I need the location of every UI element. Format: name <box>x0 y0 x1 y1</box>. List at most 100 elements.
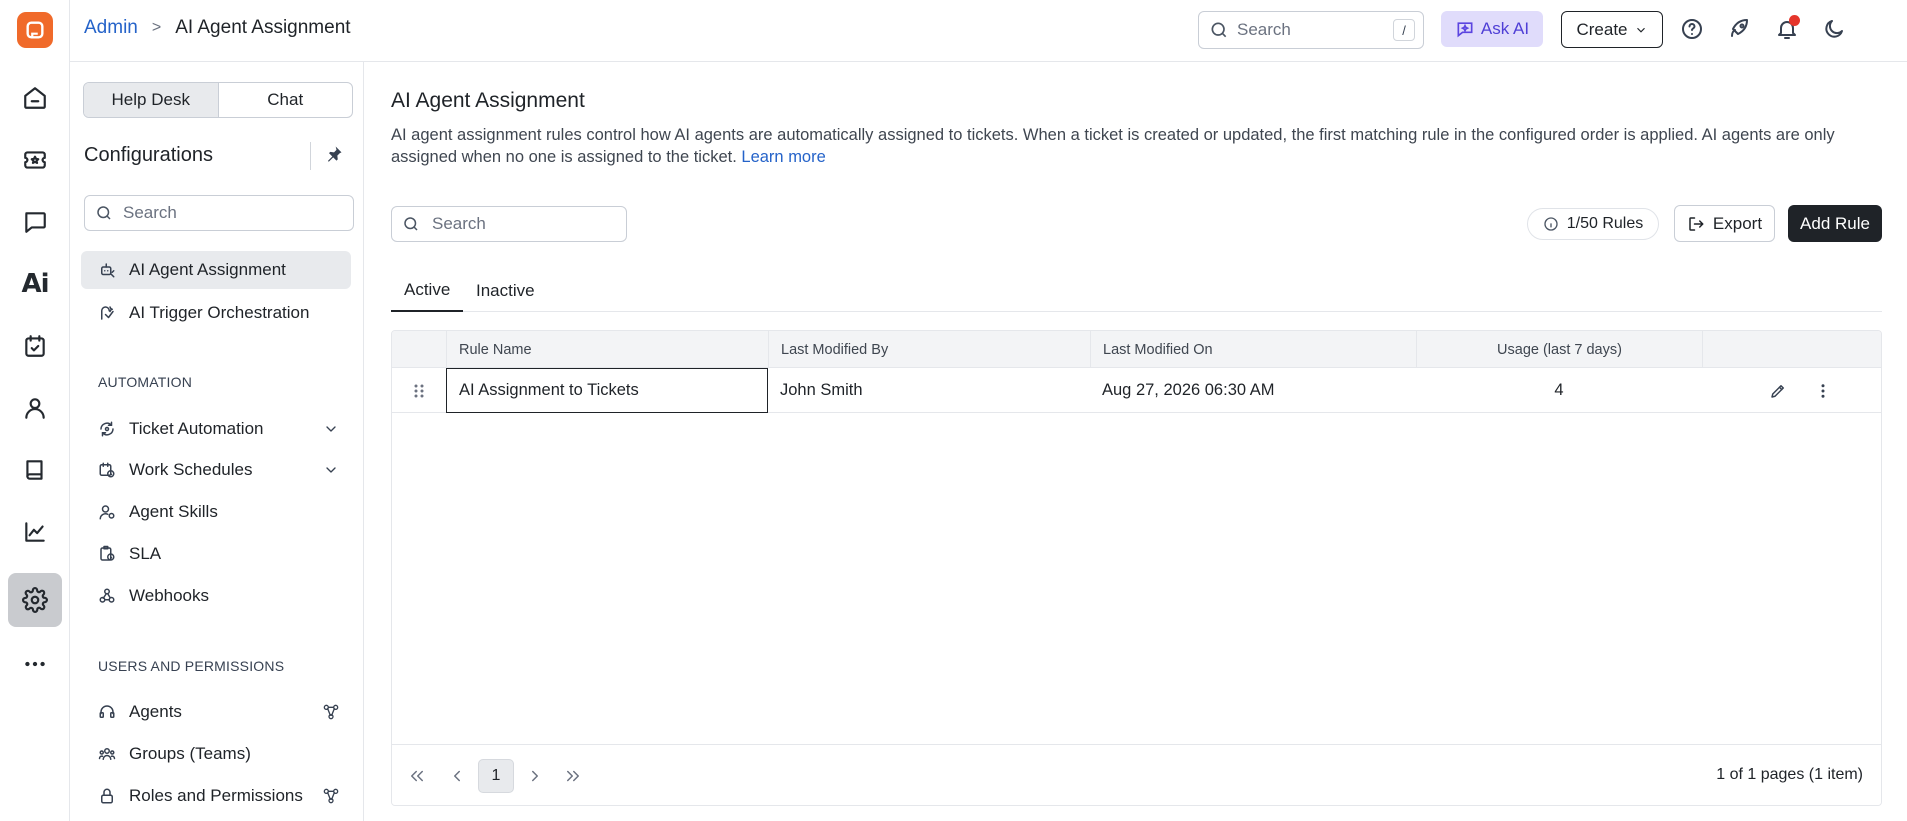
learn-more-link[interactable]: Learn more <box>741 148 825 166</box>
add-rule-button[interactable]: Add Rule <box>1788 205 1882 242</box>
rail-chat[interactable] <box>8 195 62 249</box>
notifications-button[interactable] <box>1773 15 1801 43</box>
nav-roles-permissions[interactable]: Roles and Permissions <box>81 777 351 815</box>
nav-ticket-automation[interactable]: Ticket Automation <box>81 410 351 448</box>
breadcrumb: Admin > AI Agent Assignment <box>84 17 351 39</box>
rail-tickets[interactable] <box>8 133 62 187</box>
first-page-button[interactable] <box>402 759 432 793</box>
chevron-down-icon[interactable] <box>323 462 339 478</box>
gear-icon <box>22 587 48 613</box>
page-1-button[interactable]: 1 <box>478 759 514 793</box>
chart-icon <box>25 522 45 542</box>
theme-toggle[interactable] <box>1820 15 1848 43</box>
pin-button[interactable] <box>324 144 346 166</box>
info-icon <box>1544 217 1558 231</box>
help-button[interactable] <box>1678 15 1706 43</box>
rail-contacts[interactable] <box>8 381 62 435</box>
status-tabs: Active Inactive <box>391 270 1882 312</box>
global-search-input[interactable]: Search / <box>1198 11 1424 49</box>
rules-count-badge: 1/50 Rules <box>1527 208 1659 240</box>
pin-icon <box>328 146 342 162</box>
nav-groups[interactable]: Groups (Teams) <box>81 735 351 773</box>
pencil-icon <box>1771 384 1784 398</box>
nav-agents[interactable]: Agents <box>81 693 351 731</box>
search-icon <box>404 217 418 231</box>
nav-label: Roles and Permissions <box>129 786 303 805</box>
tab-active[interactable]: Active <box>391 270 464 312</box>
nav-label: Agents <box>129 702 182 721</box>
config-sidebar: Help Desk Chat Configurations Search AI … <box>70 62 364 821</box>
sla-icon <box>97 544 117 564</box>
segment-help-desk[interactable]: Help Desk <box>84 83 219 117</box>
network-icon <box>323 788 339 804</box>
nav-label: Ticket Automation <box>129 419 264 438</box>
prev-page-button[interactable] <box>442 759 472 793</box>
nav-label: SLA <box>129 544 162 563</box>
create-button[interactable]: Create <box>1561 11 1663 48</box>
rail-settings[interactable] <box>8 573 62 627</box>
edit-rule-button[interactable] <box>1763 368 1793 413</box>
section-automation: AUTOMATION <box>98 374 193 390</box>
rail-reports[interactable] <box>8 505 62 559</box>
global-search-placeholder: Search <box>1237 20 1291 39</box>
page-description: AI agent assignment rules control how AI… <box>391 124 1891 168</box>
column-usage[interactable]: Usage (last 7 days) <box>1416 331 1702 368</box>
schedule-icon <box>97 460 117 480</box>
robot-icon <box>97 260 117 280</box>
config-search-input[interactable]: Search <box>84 195 354 231</box>
column-last-modified-on[interactable]: Last Modified On <box>1090 331 1416 368</box>
tab-inactive[interactable]: Inactive <box>463 270 548 312</box>
ticket-icon <box>24 151 46 169</box>
rail-knowledge[interactable] <box>8 443 62 497</box>
nav-agent-skills[interactable]: Agent Skills <box>81 493 351 531</box>
chevron-down-icon[interactable] <box>323 421 339 437</box>
ai-chat-icon <box>1457 22 1473 38</box>
user-icon <box>25 398 45 419</box>
rail-home[interactable] <box>8 71 62 125</box>
export-button[interactable]: Export <box>1674 205 1775 242</box>
nav-ai-trigger-orchestration[interactable]: AI Trigger Orchestration <box>81 294 351 332</box>
book-icon <box>26 460 43 480</box>
nav-webhooks[interactable]: Webhooks <box>81 577 351 615</box>
column-rule-name[interactable]: Rule Name <box>446 331 768 368</box>
search-shortcut: / <box>1393 19 1415 41</box>
chevron-right-icon <box>532 770 538 782</box>
icon-rail: Ai <box>0 0 70 821</box>
notification-dot <box>1789 15 1800 26</box>
rail-tasks[interactable] <box>8 319 62 373</box>
column-last-modified-by[interactable]: Last Modified By <box>768 331 1090 368</box>
ask-ai-button[interactable]: Ask AI <box>1441 11 1543 47</box>
row-more-button[interactable] <box>1808 368 1838 413</box>
search-icon <box>1211 22 1227 38</box>
segment-chat[interactable]: Chat <box>219 83 353 117</box>
top-bar: Admin > AI Agent Assignment Search / Ask… <box>70 0 1907 62</box>
app-logo[interactable] <box>17 12 53 48</box>
nav-ai-agent-assignment[interactable]: AI Agent Assignment <box>81 251 351 289</box>
search-icon <box>97 206 111 220</box>
lock-icon <box>97 786 117 806</box>
table-header: Rule Name Last Modified By Last Modified… <box>392 331 1881 368</box>
table-row[interactable]: AI Assignment to Tickets John Smith Aug … <box>392 368 1881 413</box>
nav-label: AI Trigger Orchestration <box>129 303 310 322</box>
network-icon <box>323 704 339 720</box>
nav-sla[interactable]: SLA <box>81 535 351 573</box>
last-page-button[interactable] <box>558 759 588 793</box>
ai-trigger-icon <box>97 303 117 323</box>
whats-new-button[interactable] <box>1725 15 1753 43</box>
nav-work-schedules[interactable]: Work Schedules <box>81 451 351 489</box>
next-page-button[interactable] <box>520 759 550 793</box>
breadcrumb-admin[interactable]: Admin <box>84 17 138 39</box>
table-pagination: 1 1 of 1 pages (1 item) <box>392 744 1881 805</box>
config-search-placeholder: Search <box>123 203 177 222</box>
rules-search-input[interactable]: Search <box>391 206 627 242</box>
chevrons-left-icon <box>411 770 423 782</box>
nav-label: Webhooks <box>129 586 210 605</box>
skills-icon <box>97 502 117 522</box>
rail-more[interactable] <box>8 637 62 691</box>
page-title: AI Agent Assignment <box>391 89 585 112</box>
webhook-icon <box>97 586 117 606</box>
main-content: AI Agent Assignment AI agent assignment … <box>364 62 1907 821</box>
rail-ai[interactable]: Ai <box>8 257 62 311</box>
drag-handle[interactable] <box>392 368 446 413</box>
rule-name-cell[interactable]: AI Assignment to Tickets <box>446 368 768 413</box>
